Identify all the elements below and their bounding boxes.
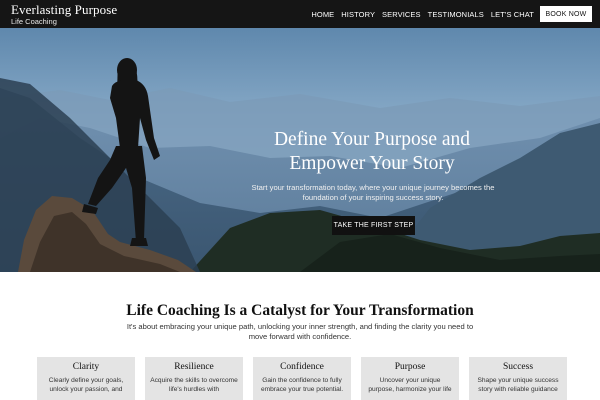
brand-name: Everlasting Purpose (11, 2, 118, 17)
brand-logo[interactable]: Everlasting Purpose Life Coaching (11, 3, 117, 26)
section-title: Life Coaching Is a Catalyst for Your Tra… (126, 302, 474, 319)
book-now-button[interactable]: BOOK NOW (540, 6, 592, 22)
card-success: Success Shape your unique success story … (469, 357, 567, 400)
card-text: Gain the confidence to fully embrace you… (260, 377, 344, 393)
card-clarity: Clarity Clearly define your goals, unloc… (37, 357, 135, 400)
hero-section: Define Your Purpose and Empower Your Sto… (0, 28, 600, 272)
section-subtitle: It's about embracing your unique path, u… (126, 322, 474, 341)
card-text: Uncover your unique purpose, harmonize y… (368, 377, 452, 393)
nav-history-link[interactable]: HISTORY (341, 10, 375, 19)
benefit-cards: Clarity Clearly define your goals, unloc… (37, 357, 571, 400)
card-title: Resilience (174, 362, 214, 372)
card-text: Acquire the skills to overcome life's hu… (150, 377, 238, 393)
site-header: Everlasting Purpose Life Coaching HOME H… (0, 0, 600, 28)
nav-services-link[interactable]: SERVICES (382, 10, 421, 19)
card-confidence: Confidence Gain the confidence to fully … (253, 357, 351, 400)
hero-subtitle: Start your transformation today, where y… (251, 183, 495, 202)
nav-home-link[interactable]: HOME (311, 10, 334, 19)
card-title: Purpose (394, 362, 426, 372)
nav-testimonials-link[interactable]: TESTIMONIALS (428, 10, 484, 19)
card-text: Clearly define your goals, unlock your p… (48, 377, 124, 393)
brand-tagline: Life Coaching (11, 17, 57, 26)
hero-title-line1: Define Your Purpose and (273, 129, 471, 150)
card-resilience: Resilience Acquire the skills to overcom… (145, 357, 243, 400)
main-nav: HOME HISTORY SERVICES TESTIMONIALS LET'S… (311, 0, 534, 28)
card-purpose: Purpose Uncover your unique purpose, har… (361, 357, 459, 400)
nav-lets-chat-link[interactable]: LET'S CHAT (491, 10, 534, 19)
hero-title-line2: Empower Your Story (289, 153, 455, 174)
hero-title: Define Your Purpose and Empower Your Sto… (232, 128, 512, 176)
card-text: Shape your unique success story with rel… (477, 377, 559, 393)
card-title: Clarity (72, 362, 100, 372)
take-first-step-button[interactable]: TAKE THE FIRST STEP (332, 216, 415, 235)
card-title: Success (502, 362, 534, 372)
card-title: Confidence (280, 362, 324, 372)
